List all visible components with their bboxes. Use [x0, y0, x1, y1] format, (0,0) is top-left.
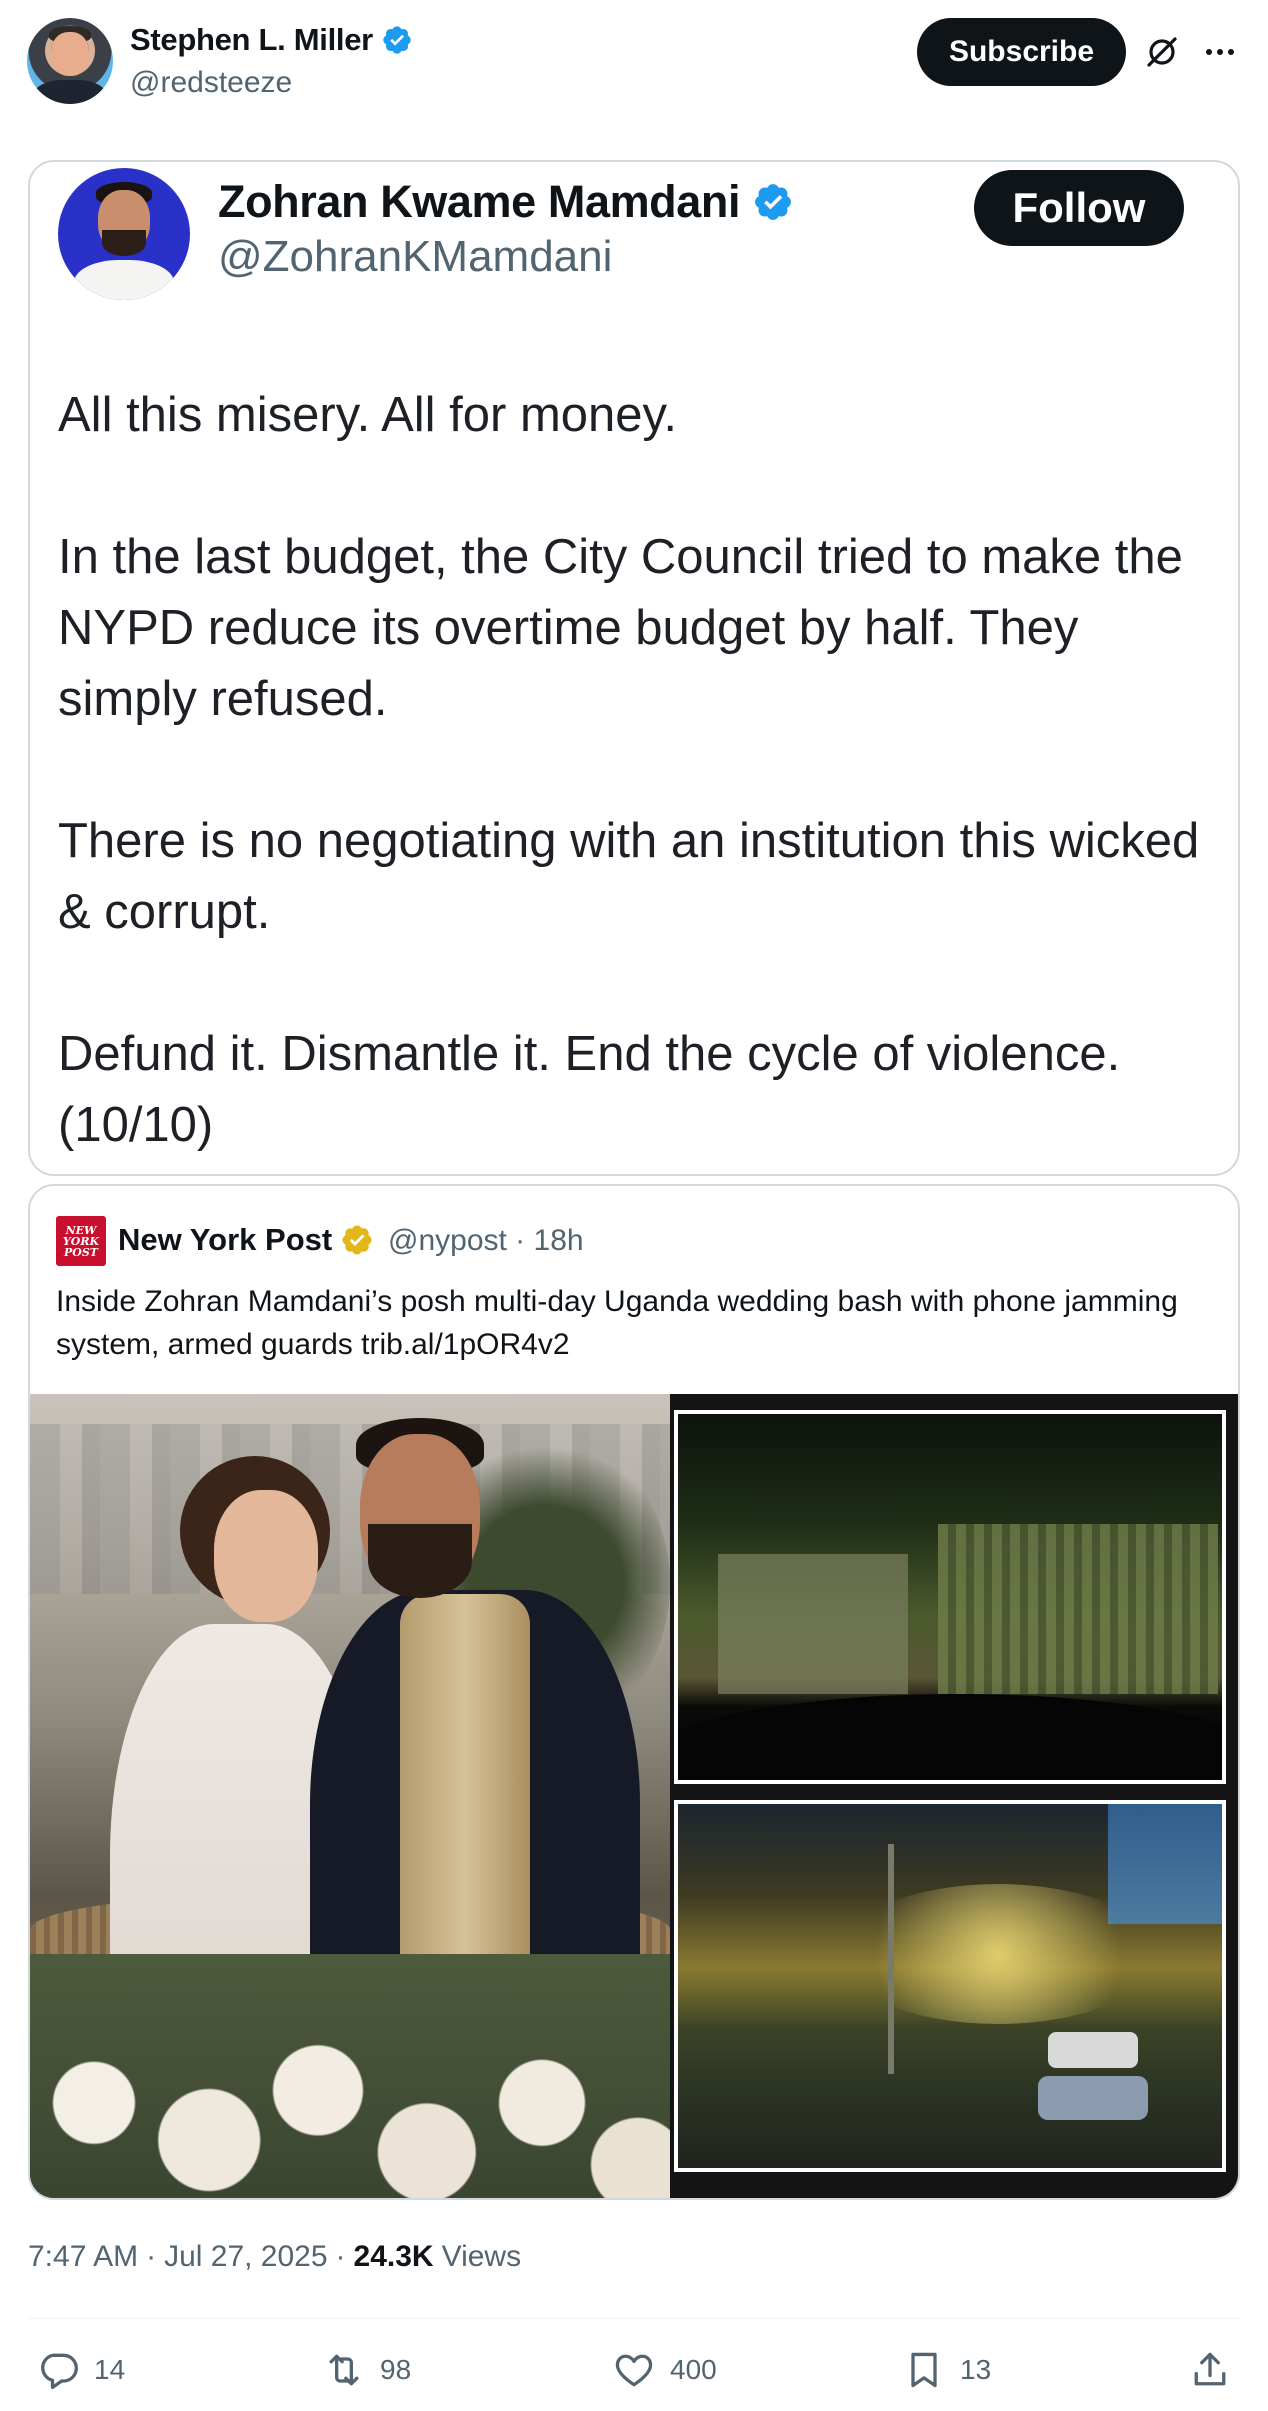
- screenshot-follow-button: Follow: [974, 170, 1184, 246]
- quoted-author-name[interactable]: New York Post: [118, 1222, 332, 1258]
- repost-count: 98: [380, 2354, 412, 2385]
- author-name-row[interactable]: Stephen L. Miller: [130, 22, 413, 58]
- groom-beard: [368, 1524, 472, 1598]
- photo-lights: [838, 1884, 1158, 2024]
- repost-icon: [329, 2354, 359, 2386]
- embedded-screenshot-image[interactable]: Zohran Kwame Mamdani @ZohranKMamdani Fol…: [28, 160, 1240, 1176]
- quoted-post-card[interactable]: NEW YORK POST New York Post @nypost · 18h …: [28, 1184, 1240, 2200]
- avatar-shirt: [33, 80, 107, 104]
- separator: ·: [335, 2240, 346, 2273]
- post-meta: 7:47 AM · Jul 27, 2025 · 24.3K Views: [28, 2240, 521, 2274]
- separator: ·: [146, 2240, 157, 2273]
- screenshot-avatar-shirt: [74, 260, 174, 300]
- screenshot-paragraph: In the last budget, the City Council tri…: [58, 530, 1183, 726]
- gold-verified-icon: [342, 1225, 372, 1255]
- screenshot-name-row: Zohran Kwame Mamdani: [218, 176, 794, 228]
- share-button[interactable]: [1188, 2348, 1232, 2392]
- night-street-photo: [674, 1800, 1226, 2172]
- photo-pole: [888, 1844, 894, 2074]
- screenshot-paragraph: There is no negotiating with an institut…: [58, 814, 1200, 939]
- photo-foreground-shadow: [678, 1694, 1222, 1780]
- author-avatar[interactable]: [27, 18, 113, 104]
- photo-car: [1038, 2076, 1148, 2120]
- views-count: 24.3K: [353, 2240, 434, 2273]
- bookmark-icon: [911, 2352, 937, 2388]
- screenshot-paragraph: Defund it. Dismantle it. End the cycle o…: [58, 1027, 1121, 1152]
- divider: [28, 2318, 1240, 2319]
- post-date[interactable]: Jul 27, 2025: [164, 2240, 327, 2274]
- share-icon: [1194, 2352, 1226, 2386]
- reply-button[interactable]: 14: [36, 2348, 125, 2392]
- bride-face: [214, 1490, 318, 1622]
- like-count: 400: [670, 2354, 717, 2385]
- verified-badge-icon: [755, 184, 792, 220]
- bookmark-count: 13: [960, 2354, 992, 2385]
- screenshot-body-text: All this misery. All for money. In the l…: [58, 380, 1228, 1161]
- avatar-face: [51, 32, 89, 76]
- like-button[interactable]: 400: [612, 2348, 717, 2392]
- views-label: Views: [441, 2240, 522, 2273]
- subscribe-button[interactable]: Subscribe: [917, 18, 1126, 86]
- post-time[interactable]: 7:47 AM: [28, 2240, 138, 2274]
- grok-icon[interactable]: [1142, 32, 1182, 72]
- screenshot-name: Zohran Kwame Mamdani: [218, 176, 741, 227]
- photo-fence: [938, 1524, 1218, 1694]
- photo-car: [1048, 2032, 1138, 2068]
- quoted-handle-time[interactable]: @nypost · 18h: [388, 1224, 584, 1258]
- wedding-photo: [30, 1394, 670, 2198]
- screenshot-paragraph: All this misery. All for money.: [58, 388, 678, 442]
- repost-button[interactable]: 98: [322, 2348, 411, 2392]
- bookmark-button[interactable]: 13: [902, 2348, 991, 2392]
- photo-sky: [1108, 1804, 1222, 1924]
- more-icon[interactable]: [1200, 32, 1240, 72]
- photo-wall: [718, 1554, 908, 1694]
- author-name[interactable]: Stephen L. Miller: [130, 22, 373, 58]
- quoted-post-media[interactable]: [30, 1394, 1238, 2198]
- reply-count: 14: [94, 2354, 126, 2385]
- nypost-logo[interactable]: NEW YORK POST: [56, 1216, 106, 1266]
- screenshot-avatar: [58, 168, 190, 300]
- verified-badge-icon: [383, 26, 411, 54]
- quoted-post-text: Inside Zohran Mamdani’s posh multi-day U…: [56, 1285, 1178, 1361]
- screenshot-avatar-beard: [102, 230, 146, 256]
- like-icon: [615, 2354, 653, 2387]
- photo-flowers: [30, 1954, 670, 2198]
- author-handle[interactable]: @redsteeze: [130, 66, 292, 100]
- quoted-name-row[interactable]: New York Post: [118, 1222, 374, 1258]
- screenshot-handle: @ZohranKMamdani: [218, 232, 613, 281]
- night-gate-photo: [674, 1410, 1226, 1784]
- reply-icon: [41, 2353, 78, 2390]
